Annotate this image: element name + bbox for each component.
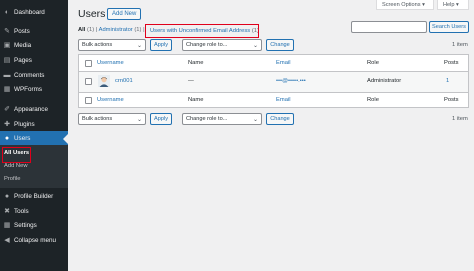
sidebar-item-settings[interactable]: ▦ Settings bbox=[0, 218, 68, 232]
sidebar-item-pages[interactable]: ▤ Pages bbox=[0, 53, 68, 67]
row-name: — bbox=[188, 78, 194, 84]
sidebar-item-appearance[interactable]: ✐ Appearance bbox=[0, 102, 68, 116]
sidebar-item-profile-builder[interactable]: ● Profile Builder bbox=[0, 189, 68, 203]
column-posts: Posts bbox=[444, 60, 459, 66]
submenu-add-new[interactable]: Add New bbox=[4, 163, 28, 169]
item-count-bottom: 1 item bbox=[452, 116, 468, 122]
pages-icon: ▤ bbox=[3, 57, 11, 64]
change-button-top[interactable]: Change bbox=[266, 39, 294, 51]
row-posts[interactable]: 1 bbox=[446, 78, 449, 84]
sidebar-item-label: WPForms bbox=[14, 85, 42, 93]
sidebar-item-label: Profile Builder bbox=[14, 192, 54, 200]
row-checkbox[interactable] bbox=[85, 78, 92, 85]
search-users-button[interactable]: Search Users bbox=[429, 21, 469, 33]
wpforms-icon: ▦ bbox=[3, 86, 11, 93]
apply-button-bottom[interactable]: Apply bbox=[150, 113, 172, 125]
media-icon: ▣ bbox=[3, 42, 11, 49]
page-title: Users bbox=[78, 8, 106, 20]
apply-button-top[interactable]: Apply bbox=[150, 39, 172, 51]
table-header-row: Username Name Email Role Posts bbox=[79, 55, 468, 72]
sidebar-item-media[interactable]: ▣ Media bbox=[0, 38, 68, 52]
sidebar-item-label: Plugins bbox=[14, 120, 35, 128]
appearance-icon: ✐ bbox=[4, 106, 10, 113]
sidebar-item-posts[interactable]: ✎ Posts bbox=[0, 24, 68, 38]
all-users-highlight bbox=[2, 147, 31, 163]
sidebar-item-dashboard[interactable]: ◐ Dashboard bbox=[0, 5, 68, 19]
table-row: crn001 — •••@•••••.••• Administrator 1 bbox=[79, 72, 468, 92]
select-all-checkbox-footer[interactable] bbox=[85, 97, 92, 104]
profile-builder-icon: ● bbox=[4, 192, 10, 200]
add-new-button[interactable]: Add New bbox=[107, 8, 142, 20]
bulk-actions-value: Bulk actions bbox=[82, 42, 113, 48]
sidebar-item-comments[interactable]: ▬ Comments bbox=[0, 68, 68, 82]
column-name-footer: Name bbox=[188, 97, 204, 103]
filter-all[interactable]: All bbox=[78, 27, 85, 33]
users-table: Username Name Email Role Posts crn001 — … bbox=[78, 54, 469, 108]
sidebar-item-label: Collapse menu bbox=[14, 236, 57, 244]
change-role-select-top[interactable]: Change role to... ⌄ bbox=[182, 39, 262, 51]
column-posts-footer: Posts bbox=[444, 97, 459, 103]
sidebar-item-label: Appearance bbox=[14, 105, 48, 113]
sidebar-item-tools[interactable]: ✖ Tools bbox=[0, 204, 68, 218]
sidebar-item-plugins[interactable]: ✚ Plugins bbox=[0, 117, 68, 131]
submenu-profile[interactable]: Profile bbox=[4, 176, 20, 182]
plugins-icon: ✚ bbox=[4, 121, 10, 128]
sidebar-item-label: Users bbox=[14, 134, 31, 142]
bulk-actions-value: Bulk actions bbox=[82, 116, 113, 122]
column-email-footer[interactable]: Email bbox=[276, 97, 291, 103]
sidebar-item-label: Tools bbox=[14, 207, 29, 215]
user-role-filters: All (1) | Administrator (1) | bbox=[78, 27, 145, 33]
sidebar-item-label: Settings bbox=[14, 221, 37, 229]
screen-options-tab[interactable]: Screen Options ▾ bbox=[376, 0, 434, 10]
sidebar-item-label: Pages bbox=[14, 56, 32, 64]
admin-sidebar: ◐ Dashboard ✎ Posts ▣ Media ▤ Pages ▬ Co… bbox=[0, 0, 68, 271]
item-count-top: 1 item bbox=[452, 42, 468, 48]
column-username[interactable]: Username bbox=[97, 60, 124, 66]
posts-icon: ✎ bbox=[4, 28, 10, 35]
dashboard-icon: ◐ bbox=[4, 8, 10, 16]
column-name: Name bbox=[188, 60, 204, 66]
help-tab[interactable]: Help ▾ bbox=[437, 0, 469, 10]
row-role: Administrator bbox=[367, 78, 402, 84]
filter-separator: | bbox=[95, 27, 98, 33]
sidebar-item-users[interactable]: ● Users bbox=[0, 131, 68, 145]
column-email[interactable]: Email bbox=[276, 60, 291, 66]
change-role-select-bottom[interactable]: Change role to... ⌄ bbox=[182, 113, 262, 125]
sidebar-item-wpforms[interactable]: ▦ WPForms bbox=[0, 82, 68, 96]
avatar bbox=[98, 75, 110, 87]
table-footer-row: Username Name Email Role Posts bbox=[79, 92, 468, 108]
sidebar-item-label: Dashboard bbox=[14, 8, 45, 16]
change-button-bottom[interactable]: Change bbox=[266, 113, 294, 125]
column-username-footer[interactable]: Username bbox=[97, 97, 124, 103]
sidebar-item-label: Posts bbox=[14, 27, 30, 35]
bulk-actions-select-top[interactable]: Bulk actions ⌄ bbox=[78, 39, 146, 51]
sidebar-collapse-menu[interactable]: ◀ Collapse menu bbox=[0, 233, 68, 247]
sidebar-item-label: Comments bbox=[14, 71, 45, 79]
filter-all-count: (1) bbox=[87, 27, 95, 33]
sidebar-item-label: Media bbox=[14, 41, 32, 49]
chevron-down-icon: ⌄ bbox=[252, 117, 258, 123]
collapse-icon: ◀ bbox=[4, 237, 10, 244]
comments-icon: ▬ bbox=[3, 71, 11, 79]
chevron-down-icon: ⌄ bbox=[252, 43, 258, 49]
chevron-down-icon: ⌄ bbox=[136, 117, 142, 123]
row-email[interactable]: •••@•••••.••• bbox=[276, 78, 306, 84]
unconfirmed-highlight bbox=[145, 24, 259, 38]
change-role-value: Change role to... bbox=[186, 42, 228, 48]
column-role-footer: Role bbox=[367, 97, 379, 103]
users-icon: ● bbox=[4, 134, 10, 142]
search-input[interactable] bbox=[351, 21, 427, 33]
filter-administrator[interactable]: Administrator bbox=[99, 27, 133, 33]
tools-icon: ✖ bbox=[4, 208, 10, 215]
active-menu-arrow bbox=[63, 134, 68, 144]
select-all-checkbox[interactable] bbox=[85, 60, 92, 67]
bulk-actions-select-bottom[interactable]: Bulk actions ⌄ bbox=[78, 113, 146, 125]
row-username[interactable]: crn001 bbox=[115, 78, 133, 84]
chevron-down-icon: ⌄ bbox=[136, 43, 142, 49]
filter-administrator-count: (1) bbox=[134, 27, 142, 33]
change-role-value: Change role to... bbox=[186, 116, 228, 122]
column-role: Role bbox=[367, 60, 379, 66]
settings-icon: ▦ bbox=[3, 222, 11, 229]
